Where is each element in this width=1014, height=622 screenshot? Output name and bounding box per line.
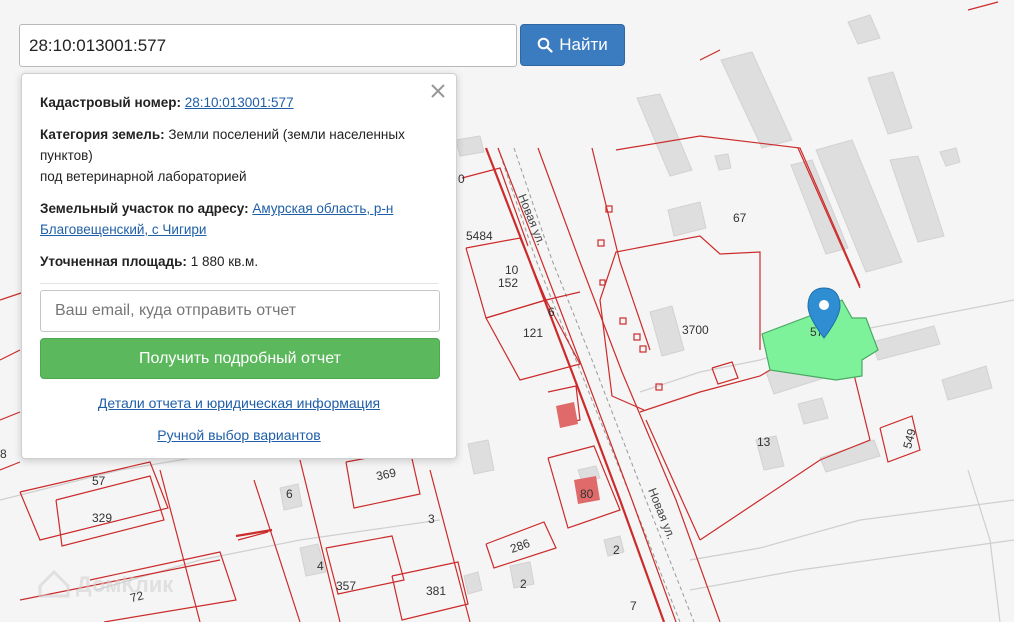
plot-label: 8	[0, 447, 7, 461]
land-category-note: под ветеринарной лабораторией	[40, 169, 247, 184]
search-button[interactable]: Найти	[520, 24, 625, 66]
plot-label: 2	[520, 577, 527, 591]
search-input[interactable]	[19, 24, 517, 67]
plot-label: 5484	[466, 229, 493, 243]
plot-label: 0	[458, 172, 465, 186]
popup-divider	[40, 283, 438, 284]
email-input[interactable]	[40, 290, 440, 332]
report-details-link[interactable]: Детали отчета и юридическая информация	[98, 395, 380, 411]
address-row: Земельный участок по адресу: Амурская об…	[40, 198, 438, 240]
parcel-info-popup: Кадастровый номер: 28:10:013001:577 Кате…	[21, 73, 457, 459]
cadastral-number-link[interactable]: 28:10:013001:577	[185, 95, 294, 110]
get-report-button[interactable]: Получить подробный отчет	[40, 338, 440, 379]
land-category-label: Категория земель:	[40, 127, 165, 142]
plot-label: 80	[580, 487, 594, 501]
plot-label: 6	[286, 487, 293, 501]
plot-label: 2	[613, 543, 620, 557]
plot-label: 3700	[682, 323, 709, 337]
area-row: Уточненная площадь: 1 880 кв.м.	[40, 251, 438, 272]
plot-label: 4	[317, 559, 324, 573]
close-icon[interactable]	[429, 82, 447, 100]
watermark-text: ДомКлик	[76, 572, 174, 597]
plot-label: 329	[92, 511, 112, 525]
address-label: Земельный участок по адресу:	[40, 201, 249, 216]
plot-label: 357	[336, 579, 356, 593]
manual-selection-link[interactable]: Ручной выбор вариантов	[157, 427, 321, 443]
cadastral-number-row: Кадастровый номер: 28:10:013001:577	[40, 92, 438, 113]
search-icon	[537, 37, 553, 53]
manual-selection-row: Ручной выбор вариантов	[40, 427, 438, 443]
land-category-row: Категория земель: Земли поселений (земли…	[40, 124, 438, 187]
area-value: 1 880 кв.м.	[190, 254, 259, 269]
plot-label: 381	[426, 584, 446, 598]
search-button-label: Найти	[559, 35, 608, 54]
plot-label: 13	[757, 435, 771, 449]
plot-label: 121	[523, 326, 543, 340]
plot-label: 152	[498, 276, 518, 290]
plot-label: 7	[630, 599, 637, 613]
cadastral-number-label: Кадастровый номер:	[40, 95, 181, 110]
plot-label: 10	[505, 263, 519, 277]
plot-label: 67	[733, 211, 747, 225]
area-label: Уточненная площадь:	[40, 254, 187, 269]
plot-label: 6	[548, 305, 555, 319]
plot-label: 57	[92, 474, 106, 488]
report-details-row: Детали отчета и юридическая информация	[40, 395, 438, 411]
plot-label: 3	[428, 512, 435, 526]
